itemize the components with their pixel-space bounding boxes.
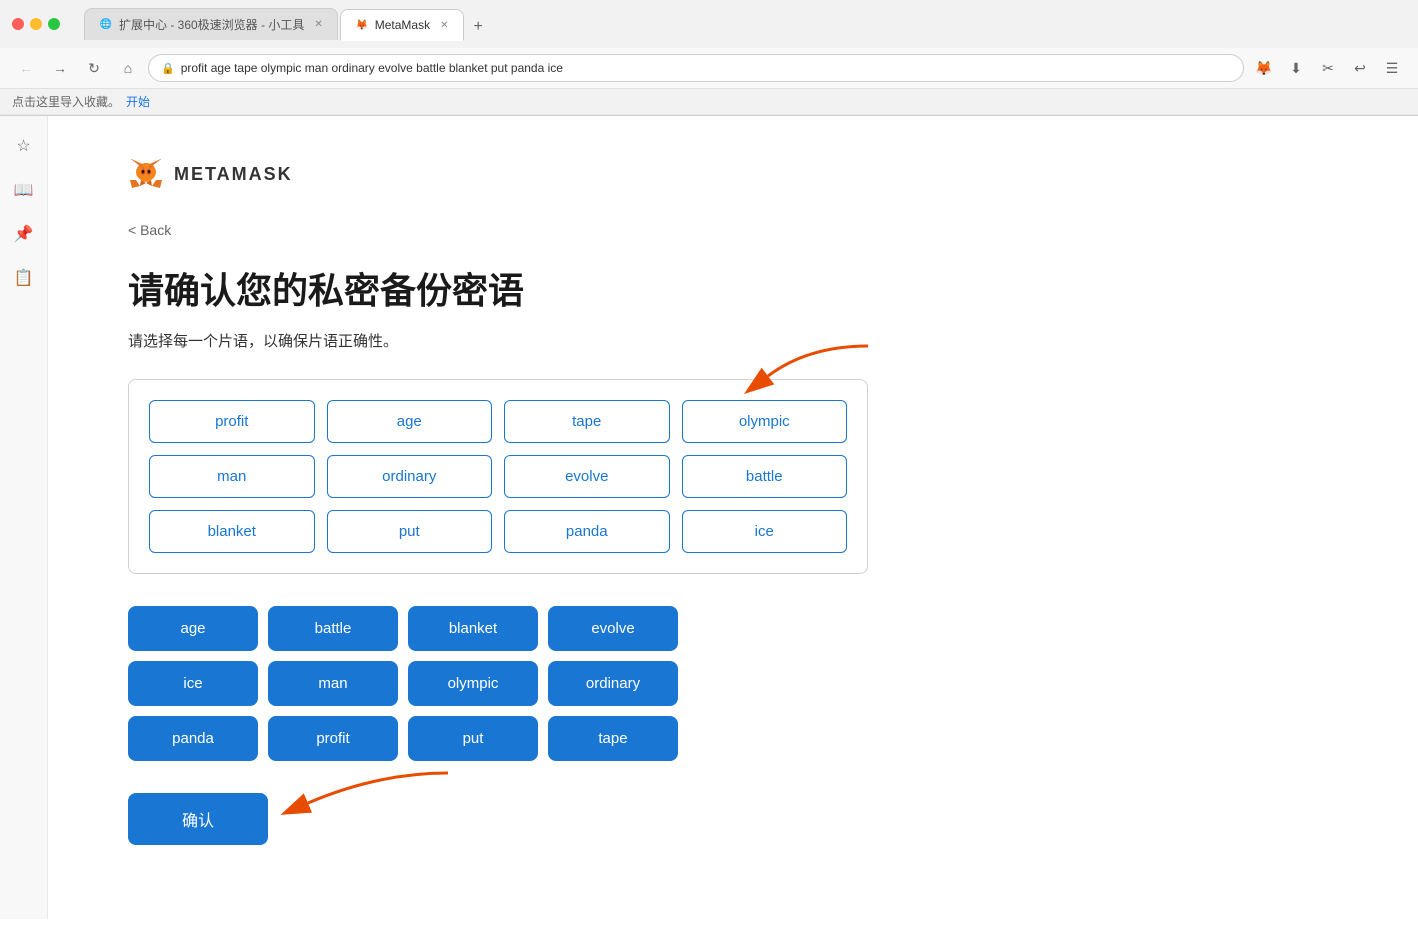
new-tab-button[interactable]: +	[466, 14, 491, 40]
maximize-traffic-light[interactable]	[48, 18, 60, 30]
bookmark-prompt: 点击这里导入收藏。	[12, 93, 120, 110]
btn-olympic[interactable]: olympic	[408, 661, 538, 706]
grid-word-7[interactable]: battle	[682, 455, 848, 498]
browser-chrome: 🌐 扩展中心 - 360极速浏览器 - 小工具 ✕ 🦊 MetaMask ✕ +…	[0, 0, 1418, 116]
btn-ice[interactable]: ice	[128, 661, 258, 706]
back-link[interactable]: < Back	[128, 222, 171, 238]
grid-word-10[interactable]: panda	[504, 510, 670, 553]
title-bar: 🌐 扩展中心 - 360极速浏览器 - 小工具 ✕ 🦊 MetaMask ✕ +	[0, 0, 1418, 48]
sidebar-icon-pin[interactable]: 📌	[10, 220, 38, 248]
forward-button[interactable]: →	[46, 54, 74, 82]
btn-blanket[interactable]: blanket	[408, 606, 538, 651]
confirm-section: 确认	[128, 793, 868, 845]
scissors-button[interactable]: ✂	[1314, 54, 1342, 82]
nav-actions: 🦊 ⬇ ✂ ↩ ☰	[1250, 54, 1406, 82]
word-buttons-grid: age battle blanket evolve ice man olympi…	[128, 606, 678, 761]
grid-word-3[interactable]: olympic	[682, 400, 848, 443]
metamask-extension-button[interactable]: 🦊	[1250, 54, 1278, 82]
tab-metamask-close[interactable]: ✕	[440, 20, 448, 31]
sidebar: ☆ 📖 📌 📋	[0, 116, 48, 919]
layout: ☆ 📖 📌 📋	[0, 116, 1418, 919]
metamask-brand-text: METAMASK	[174, 164, 293, 185]
grid-word-9[interactable]: put	[327, 510, 493, 553]
btn-age[interactable]: age	[128, 606, 258, 651]
tab-metamask-favicon: 🦊	[355, 18, 369, 32]
sidebar-icon-notes[interactable]: 📋	[10, 264, 38, 292]
grid-word-11[interactable]: ice	[682, 510, 848, 553]
tab-ext-favicon: 🌐	[99, 18, 113, 32]
grid-word-5[interactable]: ordinary	[327, 455, 493, 498]
nav-bar: ← → ↻ ⌂ 🔒 profit age tape olympic man or…	[0, 48, 1418, 89]
grid-word-4[interactable]: man	[149, 455, 315, 498]
page-title: 请确认您的私密备份密语	[128, 262, 868, 314]
btn-profit[interactable]: profit	[268, 716, 398, 761]
arrows-section: age battle blanket evolve ice man olympi…	[128, 606, 868, 761]
btn-ordinary[interactable]: ordinary	[548, 661, 678, 706]
tab-metamask-label: MetaMask	[375, 18, 430, 32]
close-traffic-light[interactable]	[12, 18, 24, 30]
page-desc: 请选择每一个片语，以确保片语正确性。	[128, 330, 868, 351]
btn-tape[interactable]: tape	[548, 716, 678, 761]
download-button[interactable]: ⬇	[1282, 54, 1310, 82]
tab-ext[interactable]: 🌐 扩展中心 - 360极速浏览器 - 小工具 ✕	[84, 8, 338, 40]
tab-ext-label: 扩展中心 - 360极速浏览器 - 小工具	[119, 16, 304, 33]
address-text: profit age tape olympic man ordinary evo…	[181, 61, 563, 75]
grid-word-8[interactable]: blanket	[149, 510, 315, 553]
btn-panda[interactable]: panda	[128, 716, 258, 761]
address-bar[interactable]: 🔒 profit age tape olympic man ordinary e…	[148, 54, 1244, 82]
minimize-traffic-light[interactable]	[30, 18, 42, 30]
address-lock-icon: 🔒	[161, 62, 175, 75]
traffic-lights	[12, 18, 60, 30]
metamask-fox-icon	[128, 156, 164, 192]
word-grid-container: profit age tape olympic man ordinary evo…	[128, 379, 868, 574]
tab-ext-close[interactable]: ✕	[314, 19, 322, 30]
refresh-button[interactable]: ↻	[80, 54, 108, 82]
rotate-button[interactable]: ↩	[1346, 54, 1374, 82]
btn-man[interactable]: man	[268, 661, 398, 706]
tab-metamask[interactable]: 🦊 MetaMask ✕	[340, 9, 464, 41]
home-button[interactable]: ⌂	[114, 54, 142, 82]
back-button[interactable]: ←	[12, 54, 40, 82]
sidebar-icon-book[interactable]: 📖	[10, 176, 38, 204]
grid-word-0[interactable]: profit	[149, 400, 315, 443]
main-content: METAMASK < Back 请确认您的私密备份密语 请选择每一个片语，以确保…	[48, 116, 948, 919]
btn-put[interactable]: put	[408, 716, 538, 761]
btn-battle[interactable]: battle	[268, 606, 398, 651]
grid-word-1[interactable]: age	[327, 400, 493, 443]
bookmark-bar: 点击这里导入收藏。 开始	[0, 89, 1418, 115]
btn-evolve[interactable]: evolve	[548, 606, 678, 651]
metamask-logo: METAMASK	[128, 156, 868, 192]
confirm-button[interactable]: 确认	[128, 793, 268, 845]
bookmark-link[interactable]: 开始	[126, 93, 150, 110]
word-grid: profit age tape olympic man ordinary evo…	[149, 400, 847, 553]
sidebar-icon-star[interactable]: ☆	[10, 132, 38, 160]
tabs-bar: 🌐 扩展中心 - 360极速浏览器 - 小工具 ✕ 🦊 MetaMask ✕ +	[72, 8, 503, 40]
menu-button[interactable]: ☰	[1378, 54, 1406, 82]
left-arrow-annotation	[278, 763, 478, 823]
grid-word-2[interactable]: tape	[504, 400, 670, 443]
grid-word-6[interactable]: evolve	[504, 455, 670, 498]
